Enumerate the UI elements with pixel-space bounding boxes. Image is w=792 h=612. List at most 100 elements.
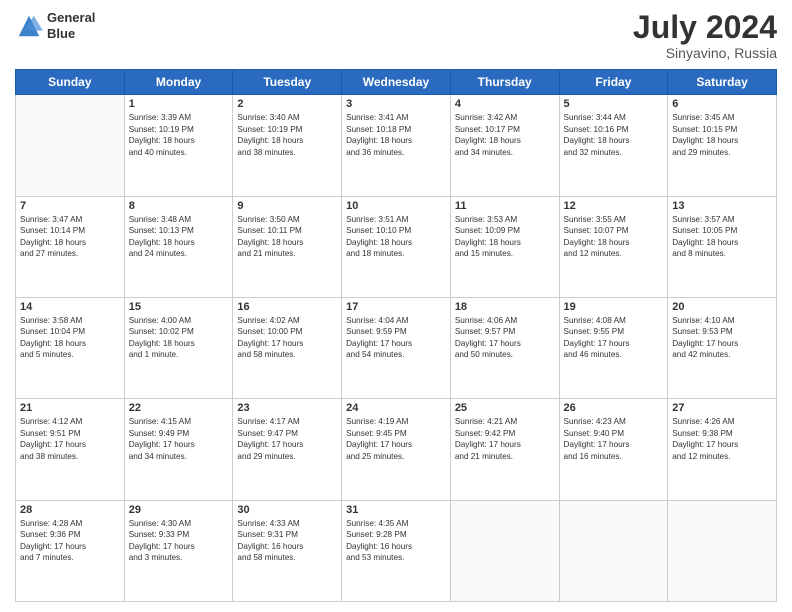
calendar-cell: 21 Sunrise: 4:12 AM Sunset: 9:51 PM Dayli… xyxy=(16,399,125,500)
cell-text: Sunrise: 4:12 AM Sunset: 9:51 PM Dayligh… xyxy=(20,416,120,462)
calendar-day-header: Monday xyxy=(124,70,233,95)
calendar-cell: 19 Sunrise: 4:08 AM Sunset: 9:55 PM Dayli… xyxy=(559,297,668,398)
title-block: July 2024 Sinyavino, Russia xyxy=(633,10,777,61)
day-number: 8 xyxy=(129,200,229,212)
calendar-cell: 6 Sunrise: 3:45 AM Sunset: 10:15 PM Dayli… xyxy=(668,95,777,196)
calendar-cell: 4 Sunrise: 3:42 AM Sunset: 10:17 PM Dayli… xyxy=(450,95,559,196)
calendar-cell: 15Sunrise: 4:00 AM Sunset: 10:02 PM Dayl… xyxy=(124,297,233,398)
calendar-cell: 8 Sunrise: 3:48 AM Sunset: 10:13 PM Dayli… xyxy=(124,196,233,297)
cell-text: Sunrise: 4:02 AM Sunset: 10:00 PM Daylig… xyxy=(237,315,337,361)
cell-text: Sunrise: 4:21 AM Sunset: 9:42 PM Dayligh… xyxy=(455,416,555,462)
cell-text: Sunrise: 4:19 AM Sunset: 9:45 PM Dayligh… xyxy=(346,416,446,462)
cell-text: Sunrise: 4:33 AM Sunset: 9:31 PM Dayligh… xyxy=(237,518,337,564)
calendar-cell: 16 Sunrise: 4:02 AM Sunset: 10:00 PM Dayl… xyxy=(233,297,342,398)
day-number: 25 xyxy=(455,402,555,414)
cell-text: Sunrise: 3:45 AM Sunset: 10:15 PM Daylig… xyxy=(672,112,772,158)
page: General Blue July 2024 Sinyavino, Russia… xyxy=(0,0,792,612)
day-number: 2 xyxy=(237,98,337,110)
calendar-cell: 11 Sunrise: 3:53 AM Sunset: 10:09 PM Dayl… xyxy=(450,196,559,297)
day-number: 28 xyxy=(20,504,120,516)
cell-text: Sunrise: 3:40 AM Sunset: 10:19 PM Daylig… xyxy=(237,112,337,158)
calendar-week-row: 14 Sunrise: 3:58 AM Sunset: 10:04 PM Dayl… xyxy=(16,297,777,398)
cell-text: Sunrise: 4:23 AM Sunset: 9:40 PM Dayligh… xyxy=(564,416,664,462)
calendar-cell: 30 Sunrise: 4:33 AM Sunset: 9:31 PM Dayli… xyxy=(233,500,342,601)
day-number: 11 xyxy=(455,200,555,212)
calendar-cell: 20Sunrise: 4:10 AM Sunset: 9:53 PM Dayli… xyxy=(668,297,777,398)
day-number: 19 xyxy=(564,301,664,313)
day-number: 15 xyxy=(129,301,229,313)
day-number: 23 xyxy=(237,402,337,414)
calendar-cell: 12 Sunrise: 3:55 AM Sunset: 10:07 PM Dayl… xyxy=(559,196,668,297)
calendar-cell: 17 Sunrise: 4:04 AM Sunset: 9:59 PM Dayli… xyxy=(342,297,451,398)
cell-text: Sunrise: 3:57 AM Sunset: 10:05 PM Daylig… xyxy=(672,214,772,260)
calendar-cell: 2 Sunrise: 3:40 AM Sunset: 10:19 PM Dayli… xyxy=(233,95,342,196)
calendar-cell: 23 Sunrise: 4:17 AM Sunset: 9:47 PM Dayli… xyxy=(233,399,342,500)
day-number: 14 xyxy=(20,301,120,313)
calendar-cell xyxy=(16,95,125,196)
calendar-day-header: Saturday xyxy=(668,70,777,95)
day-number: 10 xyxy=(346,200,446,212)
location: Sinyavino, Russia xyxy=(633,45,777,61)
cell-text: Sunrise: 3:58 AM Sunset: 10:04 PM Daylig… xyxy=(20,315,120,361)
cell-text: Sunrise: 4:35 AM Sunset: 9:28 PM Dayligh… xyxy=(346,518,446,564)
calendar-week-row: 21 Sunrise: 4:12 AM Sunset: 9:51 PM Dayli… xyxy=(16,399,777,500)
cell-text: Sunrise: 4:26 AM Sunset: 9:38 PM Dayligh… xyxy=(672,416,772,462)
day-number: 4 xyxy=(455,98,555,110)
day-number: 17 xyxy=(346,301,446,313)
cell-text: Sunrise: 4:17 AM Sunset: 9:47 PM Dayligh… xyxy=(237,416,337,462)
calendar-cell xyxy=(559,500,668,601)
calendar-header-row: SundayMondayTuesdayWednesdayThursdayFrid… xyxy=(16,70,777,95)
cell-text: Sunrise: 3:53 AM Sunset: 10:09 PM Daylig… xyxy=(455,214,555,260)
day-number: 18 xyxy=(455,301,555,313)
calendar-cell: 3Sunrise: 3:41 AM Sunset: 10:18 PM Dayli… xyxy=(342,95,451,196)
day-number: 22 xyxy=(129,402,229,414)
calendar-week-row: 7Sunrise: 3:47 AM Sunset: 10:14 PM Dayli… xyxy=(16,196,777,297)
calendar-cell: 9 Sunrise: 3:50 AM Sunset: 10:11 PM Dayli… xyxy=(233,196,342,297)
day-number: 31 xyxy=(346,504,446,516)
calendar-cell: 29 Sunrise: 4:30 AM Sunset: 9:33 PM Dayli… xyxy=(124,500,233,601)
day-number: 24 xyxy=(346,402,446,414)
day-number: 5 xyxy=(564,98,664,110)
calendar-day-header: Sunday xyxy=(16,70,125,95)
calendar-table: SundayMondayTuesdayWednesdayThursdayFrid… xyxy=(15,69,777,602)
day-number: 13 xyxy=(672,200,772,212)
day-number: 30 xyxy=(237,504,337,516)
cell-text: Sunrise: 4:30 AM Sunset: 9:33 PM Dayligh… xyxy=(129,518,229,564)
calendar-day-header: Friday xyxy=(559,70,668,95)
day-number: 1 xyxy=(129,98,229,110)
cell-text: Sunrise: 3:55 AM Sunset: 10:07 PM Daylig… xyxy=(564,214,664,260)
day-number: 21 xyxy=(20,402,120,414)
cell-text: Sunrise: 3:48 AM Sunset: 10:13 PM Daylig… xyxy=(129,214,229,260)
day-number: 16 xyxy=(237,301,337,313)
calendar-day-header: Tuesday xyxy=(233,70,342,95)
logo-icon xyxy=(15,12,43,40)
day-number: 6 xyxy=(672,98,772,110)
day-number: 12 xyxy=(564,200,664,212)
cell-text: Sunrise: 4:10 AM Sunset: 9:53 PM Dayligh… xyxy=(672,315,772,361)
calendar-cell: 13 Sunrise: 3:57 AM Sunset: 10:05 PM Dayl… xyxy=(668,196,777,297)
cell-text: Sunrise: 4:15 AM Sunset: 9:49 PM Dayligh… xyxy=(129,416,229,462)
calendar-day-header: Thursday xyxy=(450,70,559,95)
calendar-week-row: 28Sunrise: 4:28 AM Sunset: 9:36 PM Dayli… xyxy=(16,500,777,601)
cell-text: Sunrise: 3:47 AM Sunset: 10:14 PM Daylig… xyxy=(20,214,120,260)
logo-text: General Blue xyxy=(47,10,95,41)
calendar-cell: 18Sunrise: 4:06 AM Sunset: 9:57 PM Dayli… xyxy=(450,297,559,398)
cell-text: Sunrise: 3:42 AM Sunset: 10:17 PM Daylig… xyxy=(455,112,555,158)
calendar-cell: 5Sunrise: 3:44 AM Sunset: 10:16 PM Dayli… xyxy=(559,95,668,196)
header: General Blue July 2024 Sinyavino, Russia xyxy=(15,10,777,61)
calendar-cell: 1Sunrise: 3:39 AM Sunset: 10:19 PM Dayli… xyxy=(124,95,233,196)
calendar-cell xyxy=(450,500,559,601)
calendar-cell: 26Sunrise: 4:23 AM Sunset: 9:40 PM Dayli… xyxy=(559,399,668,500)
calendar-cell: 14 Sunrise: 3:58 AM Sunset: 10:04 PM Dayl… xyxy=(16,297,125,398)
calendar-cell: 28Sunrise: 4:28 AM Sunset: 9:36 PM Dayli… xyxy=(16,500,125,601)
day-number: 3 xyxy=(346,98,446,110)
cell-text: Sunrise: 4:04 AM Sunset: 9:59 PM Dayligh… xyxy=(346,315,446,361)
cell-text: Sunrise: 3:50 AM Sunset: 10:11 PM Daylig… xyxy=(237,214,337,260)
month-title: July 2024 xyxy=(633,10,777,45)
day-number: 29 xyxy=(129,504,229,516)
calendar-cell: 27Sunrise: 4:26 AM Sunset: 9:38 PM Dayli… xyxy=(668,399,777,500)
calendar-cell: 31 Sunrise: 4:35 AM Sunset: 9:28 PM Dayli… xyxy=(342,500,451,601)
day-number: 9 xyxy=(237,200,337,212)
calendar-day-header: Wednesday xyxy=(342,70,451,95)
cell-text: Sunrise: 4:08 AM Sunset: 9:55 PM Dayligh… xyxy=(564,315,664,361)
